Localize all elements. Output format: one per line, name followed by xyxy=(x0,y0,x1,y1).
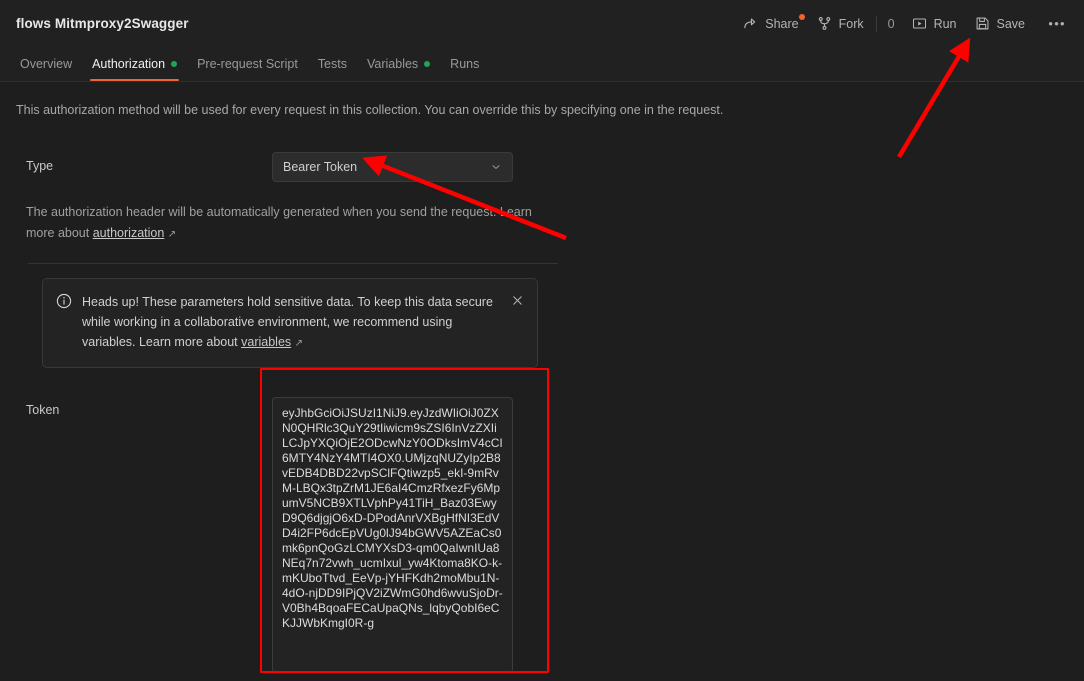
tab-variables-label: Variables xyxy=(366,57,419,71)
tab-tests-label: Tests xyxy=(317,57,347,71)
tab-variables[interactable]: Variables xyxy=(357,47,440,81)
type-label: Type xyxy=(26,159,54,173)
authorization-panel: This authorization method will be used f… xyxy=(0,82,1084,681)
sensitive-data-banner: Heads up! These parameters hold sensitiv… xyxy=(42,278,538,368)
banner-external-link-icon: ↗ xyxy=(294,338,304,349)
share-label: Share xyxy=(765,16,799,31)
save-button[interactable]: Save xyxy=(966,11,1035,36)
close-icon[interactable] xyxy=(510,293,525,308)
fork-count: 0 xyxy=(875,15,895,32)
auth-type-value: Bearer Token xyxy=(283,160,358,174)
tab-pre-request-script[interactable]: Pre-request Script xyxy=(187,47,308,81)
top-toolbar: flows Mitmproxy2Swagger Share Fork 0 Run… xyxy=(0,0,1084,47)
variables-learn-more-link[interactable]: variables xyxy=(241,335,291,349)
info-icon xyxy=(56,293,72,309)
tab-runs-label: Runs xyxy=(450,57,480,71)
tab-variables-status-dot xyxy=(424,61,431,67)
auth-helper-text: The authorization header will be automat… xyxy=(26,202,546,245)
tab-bar: Overview Authorization Pre-request Scrip… xyxy=(0,47,1084,82)
section-divider xyxy=(28,263,558,264)
auth-type-dropdown[interactable]: Bearer Token xyxy=(272,152,513,182)
authorization-description: This authorization method will be used f… xyxy=(16,103,724,117)
token-input[interactable]: eyJhbGciOiJSUzI1NiJ9.eyJzdWIiOiJ0ZXN0QHR… xyxy=(272,397,513,673)
type-row: Type Bearer Token xyxy=(16,152,1068,182)
tab-tests[interactable]: Tests xyxy=(308,47,357,81)
external-link-icon: ↗ xyxy=(167,229,177,240)
share-button[interactable]: Share xyxy=(734,11,807,36)
tab-runs[interactable]: Runs xyxy=(440,47,489,81)
run-label: Run xyxy=(933,16,957,31)
run-button[interactable]: Run xyxy=(903,11,966,36)
floppy-disk-icon xyxy=(975,16,990,31)
play-icon xyxy=(912,16,927,31)
tab-authorization-label: Authorization xyxy=(92,57,166,71)
tab-authorization-status-dot xyxy=(171,61,178,67)
save-label: Save xyxy=(996,16,1026,31)
tab-authorization[interactable]: Authorization xyxy=(82,47,187,81)
fork-icon xyxy=(817,16,832,31)
fork-button[interactable]: Fork xyxy=(808,11,873,36)
tab-overview-label: Overview xyxy=(20,57,73,71)
token-label: Token xyxy=(26,403,60,417)
tab-pre-request-script-label: Pre-request Script xyxy=(197,57,298,71)
authorization-learn-more-link[interactable]: authorization xyxy=(93,226,165,240)
token-row: Token eyJhbGciOiJSUzI1NiJ9.eyJzdWIiOiJ0Z… xyxy=(16,397,1068,673)
share-notification-dot xyxy=(798,14,805,20)
tab-overview[interactable]: Overview xyxy=(10,47,82,81)
banner-message: Heads up! These parameters hold sensitiv… xyxy=(82,292,500,354)
share-arrow-icon xyxy=(743,16,758,31)
toolbar-actions: Share Fork 0 Run Save ●●● xyxy=(734,0,1070,47)
more-options-icon[interactable]: ●●● xyxy=(1044,11,1070,37)
fork-label: Fork xyxy=(838,16,864,31)
chevron-down-icon xyxy=(490,161,502,173)
collection-title: flows Mitmproxy2Swagger xyxy=(16,16,189,31)
